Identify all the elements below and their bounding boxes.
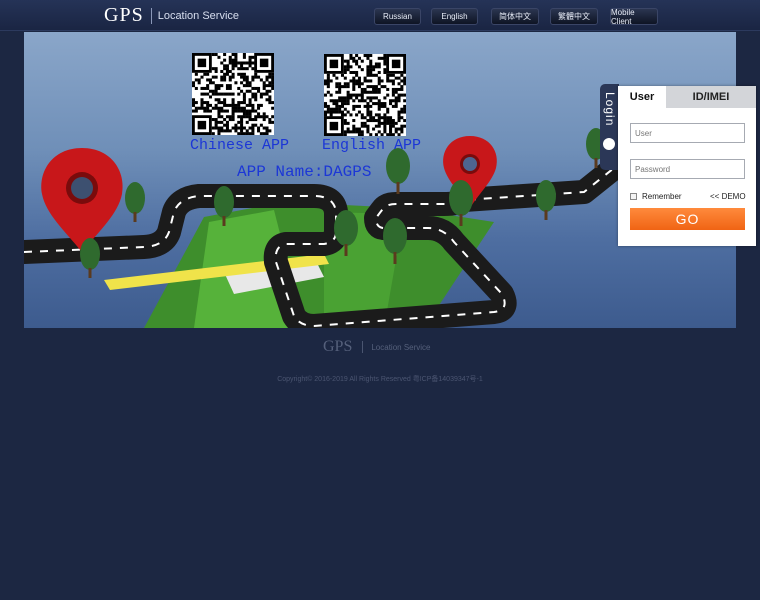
remember-label: Remember — [642, 192, 682, 201]
footer-logo-divider — [362, 341, 364, 353]
footer-logo-gps: GPS — [323, 338, 353, 355]
logo-gps-text: GPS — [104, 4, 144, 26]
footer-logo: GPS Location Service — [323, 338, 431, 356]
password-input[interactable] — [630, 159, 745, 179]
remember-checkbox[interactable] — [630, 193, 637, 200]
username-input[interactable] — [630, 123, 745, 143]
login-tab-label: Login — [603, 92, 617, 127]
logo-subtitle: Location Service — [157, 9, 240, 22]
login-panel: User ID/IMEI Remember << DEMO GO — [618, 86, 756, 246]
lang-simplified-chinese-button[interactable]: 简体中文 — [491, 8, 539, 25]
qr-code-chinese-app — [192, 53, 274, 135]
app-name-text: APP Name:DAGPS — [237, 163, 372, 181]
lang-russian-button[interactable]: Russian — [374, 8, 421, 25]
qr-label-chinese: Chinese APP — [190, 137, 290, 154]
footer-logo-subtitle: Location Service — [371, 342, 431, 352]
lang-english-button[interactable]: English — [431, 8, 478, 25]
top-header: GPS Location Service Russian English 简体中… — [0, 0, 760, 31]
qr-code-english-app — [324, 54, 406, 136]
lang-traditional-chinese-button[interactable]: 繁體中文 — [550, 8, 598, 25]
go-button[interactable]: GO — [630, 208, 745, 230]
logo-divider — [150, 7, 152, 24]
login-toggle-icon[interactable] — [603, 138, 615, 150]
tab-id-imei[interactable]: ID/IMEI — [666, 86, 756, 108]
remember-row: Remember — [630, 192, 682, 201]
demo-link[interactable]: << DEMO — [710, 192, 746, 201]
logo: GPS Location Service — [104, 4, 239, 27]
mobile-client-button[interactable]: Mobile Client — [610, 8, 658, 26]
tab-user[interactable]: User — [618, 86, 666, 108]
qr-label-english: English APP — [322, 137, 422, 154]
copyright-text: Copyright© 2016-2019 All Rights Reserved… — [277, 376, 483, 383]
